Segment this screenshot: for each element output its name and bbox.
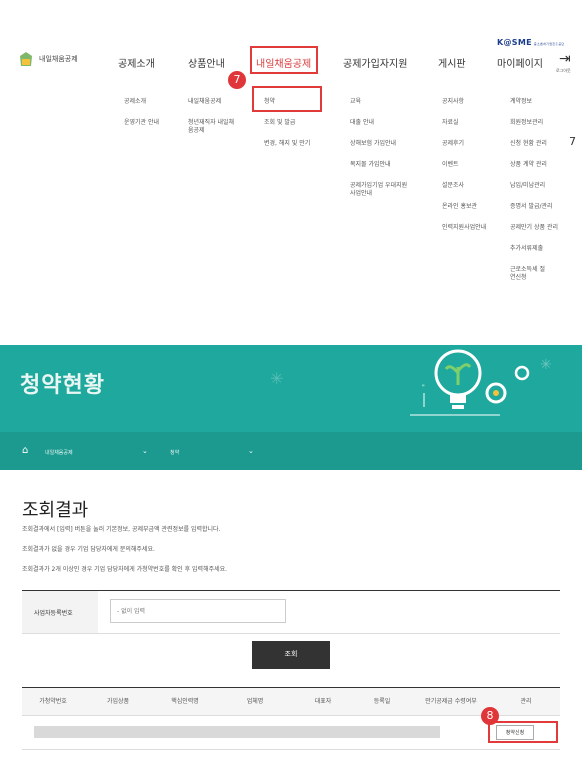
submenu-item[interactable]: 청년재직자 내일채움공제: [188, 119, 238, 135]
step-8-marker: 8: [481, 707, 499, 725]
redacted-row-content: [34, 726, 440, 738]
breadcrumb-level1[interactable]: 내일채움공제: [45, 449, 73, 456]
edge-marker: 7: [569, 135, 576, 148]
submenu-item[interactable]: 공제후기: [442, 140, 486, 148]
submenu-item[interactable]: 내일채움공제: [188, 98, 238, 106]
column-header: 대표자: [314, 698, 332, 705]
guide-note: 조회결과가 2개 이상인 경우 기업 담당자에게 가청약번호를 확인 후 입력해…: [22, 566, 228, 573]
column-header: 핵심인력명: [171, 698, 199, 705]
apply-highlight-box: [252, 86, 322, 112]
submenu-item[interactable]: 자료실: [442, 119, 486, 127]
section-title: 조회결과: [22, 500, 89, 521]
submenu-item[interactable]: 계약정보: [510, 98, 558, 106]
submenu-item[interactable]: 납입/미납관리: [510, 182, 558, 190]
nav-member-support[interactable]: 공제가입자지원: [343, 55, 407, 70]
submenu-item[interactable]: 인력지원사업안내: [442, 224, 486, 232]
business-number-input[interactable]: [110, 599, 286, 623]
table-header: 가청약번호 가입상품 핵심인력명 업체명 대표자 등록일 만기공제금 수령여부 …: [22, 688, 560, 716]
submenu-col-mypage: 계약정보 회원정보관리 신청 현황 관리 상품 계약 관리 납입/미납관리 증명…: [510, 98, 558, 295]
column-header: 만기공제금 수령여부: [425, 698, 477, 705]
step-7-marker: 7: [228, 71, 246, 89]
submenu-item[interactable]: 공제만기 상품 관리: [510, 224, 558, 232]
search-label: 사업자등록번호: [34, 610, 73, 617]
logo-icon: [20, 52, 32, 66]
submenu-item[interactable]: 신청 현황 관리: [510, 140, 558, 148]
page-banner: 청약현황 " ✳ ✳ ⌂ 내일채움공제 ⌄ 청약 ⌄: [0, 345, 582, 470]
brand-sub: 중소벤처기업진흥공단: [533, 42, 565, 46]
logo-text: 내일채움공제: [39, 55, 78, 63]
logout-icon[interactable]: ⇥: [559, 51, 571, 67]
submenu-col-support: 교육 대출 안내 상해보험 가입안내 복지몰 가입안내 공제가입기업 우대지원 …: [350, 98, 414, 211]
chevron-down-icon[interactable]: ⌄: [248, 447, 254, 455]
logout-label[interactable]: 로그아웃: [556, 68, 571, 74]
brand-name: K@SME: [497, 38, 532, 47]
submenu-item[interactable]: 공지사항: [442, 98, 486, 106]
submenu-item[interactable]: 공제소개: [124, 98, 159, 106]
submenu-item[interactable]: 조회 및 발급: [264, 119, 310, 127]
lightbulb-illustration-icon: " ✳: [410, 349, 552, 416]
submenu-item[interactable]: 회원정보관리: [510, 119, 558, 127]
nav-products[interactable]: 상품안내: [188, 55, 225, 70]
submenu-col-intro: 공제소개 운영기관 안내: [124, 98, 159, 140]
breadcrumb: ⌂ 내일채움공제 ⌄ 청약 ⌄: [0, 432, 582, 470]
submenu-col-board: 공지사항 자료실 공제후기 이벤트 설문조사 온라인 홍보관 인력지원사업안내: [442, 98, 486, 245]
submenu-item[interactable]: 추가서류제출: [510, 245, 558, 253]
svg-text:✳: ✳: [540, 357, 552, 373]
sparkle-icon: ✳: [270, 369, 284, 388]
submenu-item[interactable]: 설문조사: [442, 182, 486, 190]
site-logo[interactable]: 내일채움공제: [17, 50, 78, 68]
submenu-item[interactable]: 상해보험 가입안내: [350, 140, 414, 148]
svg-text:": ": [422, 384, 425, 391]
submenu-item[interactable]: 대출 안내: [350, 119, 414, 127]
home-icon[interactable]: ⌂: [22, 445, 28, 456]
breadcrumb-level2[interactable]: 청약: [170, 449, 179, 456]
submenu-col-products: 내일채움공제 청년재직자 내일채움공제: [188, 98, 238, 148]
search-form: 사업자등록번호: [22, 590, 560, 634]
nav-intro[interactable]: 공제소개: [118, 55, 155, 70]
table-row: 청약신청: [22, 716, 560, 750]
submenu-item[interactable]: 복지몰 가입안내: [350, 161, 414, 169]
guide-note: 조회결과에서 [입력] 버튼을 눌러 기본정보, 공제부금액 관련정보를 입력합…: [22, 526, 221, 533]
submenu-item[interactable]: 온라인 홍보관: [442, 203, 486, 211]
guide-note: 조회결과가 없을 경우 기업 담당자에게 문의해주세요.: [22, 546, 155, 553]
nav-mypage[interactable]: 마이페이지: [497, 55, 543, 70]
submenu-item[interactable]: 공제가입기업 우대지원 사업안내: [350, 182, 414, 198]
chevron-down-icon[interactable]: ⌄: [142, 447, 148, 455]
column-header: 가청약번호: [39, 698, 67, 705]
kosme-brand[interactable]: K@SME 중소벤처기업진흥공단: [497, 38, 565, 47]
submenu-item[interactable]: 이벤트: [442, 161, 486, 169]
column-header: 업체명: [246, 698, 264, 705]
submenu-item[interactable]: 운영기관 안내: [124, 119, 159, 127]
submenu-item[interactable]: 증명서 발급/관리: [510, 203, 558, 211]
column-header: 관리: [520, 698, 532, 705]
apply-button-highlight-box: [488, 721, 558, 743]
nav-highlight-box: [250, 46, 318, 74]
nav-board[interactable]: 게시판: [438, 55, 466, 70]
submenu-item[interactable]: 교육: [350, 98, 414, 106]
submenu-item[interactable]: 근로소득세 절연신청: [510, 266, 550, 282]
column-header: 등록일: [373, 698, 391, 705]
query-button[interactable]: 조회: [252, 641, 330, 669]
column-header: 가입상품: [106, 698, 130, 705]
submenu-item[interactable]: 상품 계약 관리: [510, 161, 558, 169]
result-table: 가청약번호 가입상품 핵심인력명 업체명 대표자 등록일 만기공제금 수령여부 …: [22, 687, 560, 750]
submenu-item[interactable]: 변경, 해지 및 만기: [264, 140, 310, 148]
page-title: 청약현황: [20, 373, 105, 398]
